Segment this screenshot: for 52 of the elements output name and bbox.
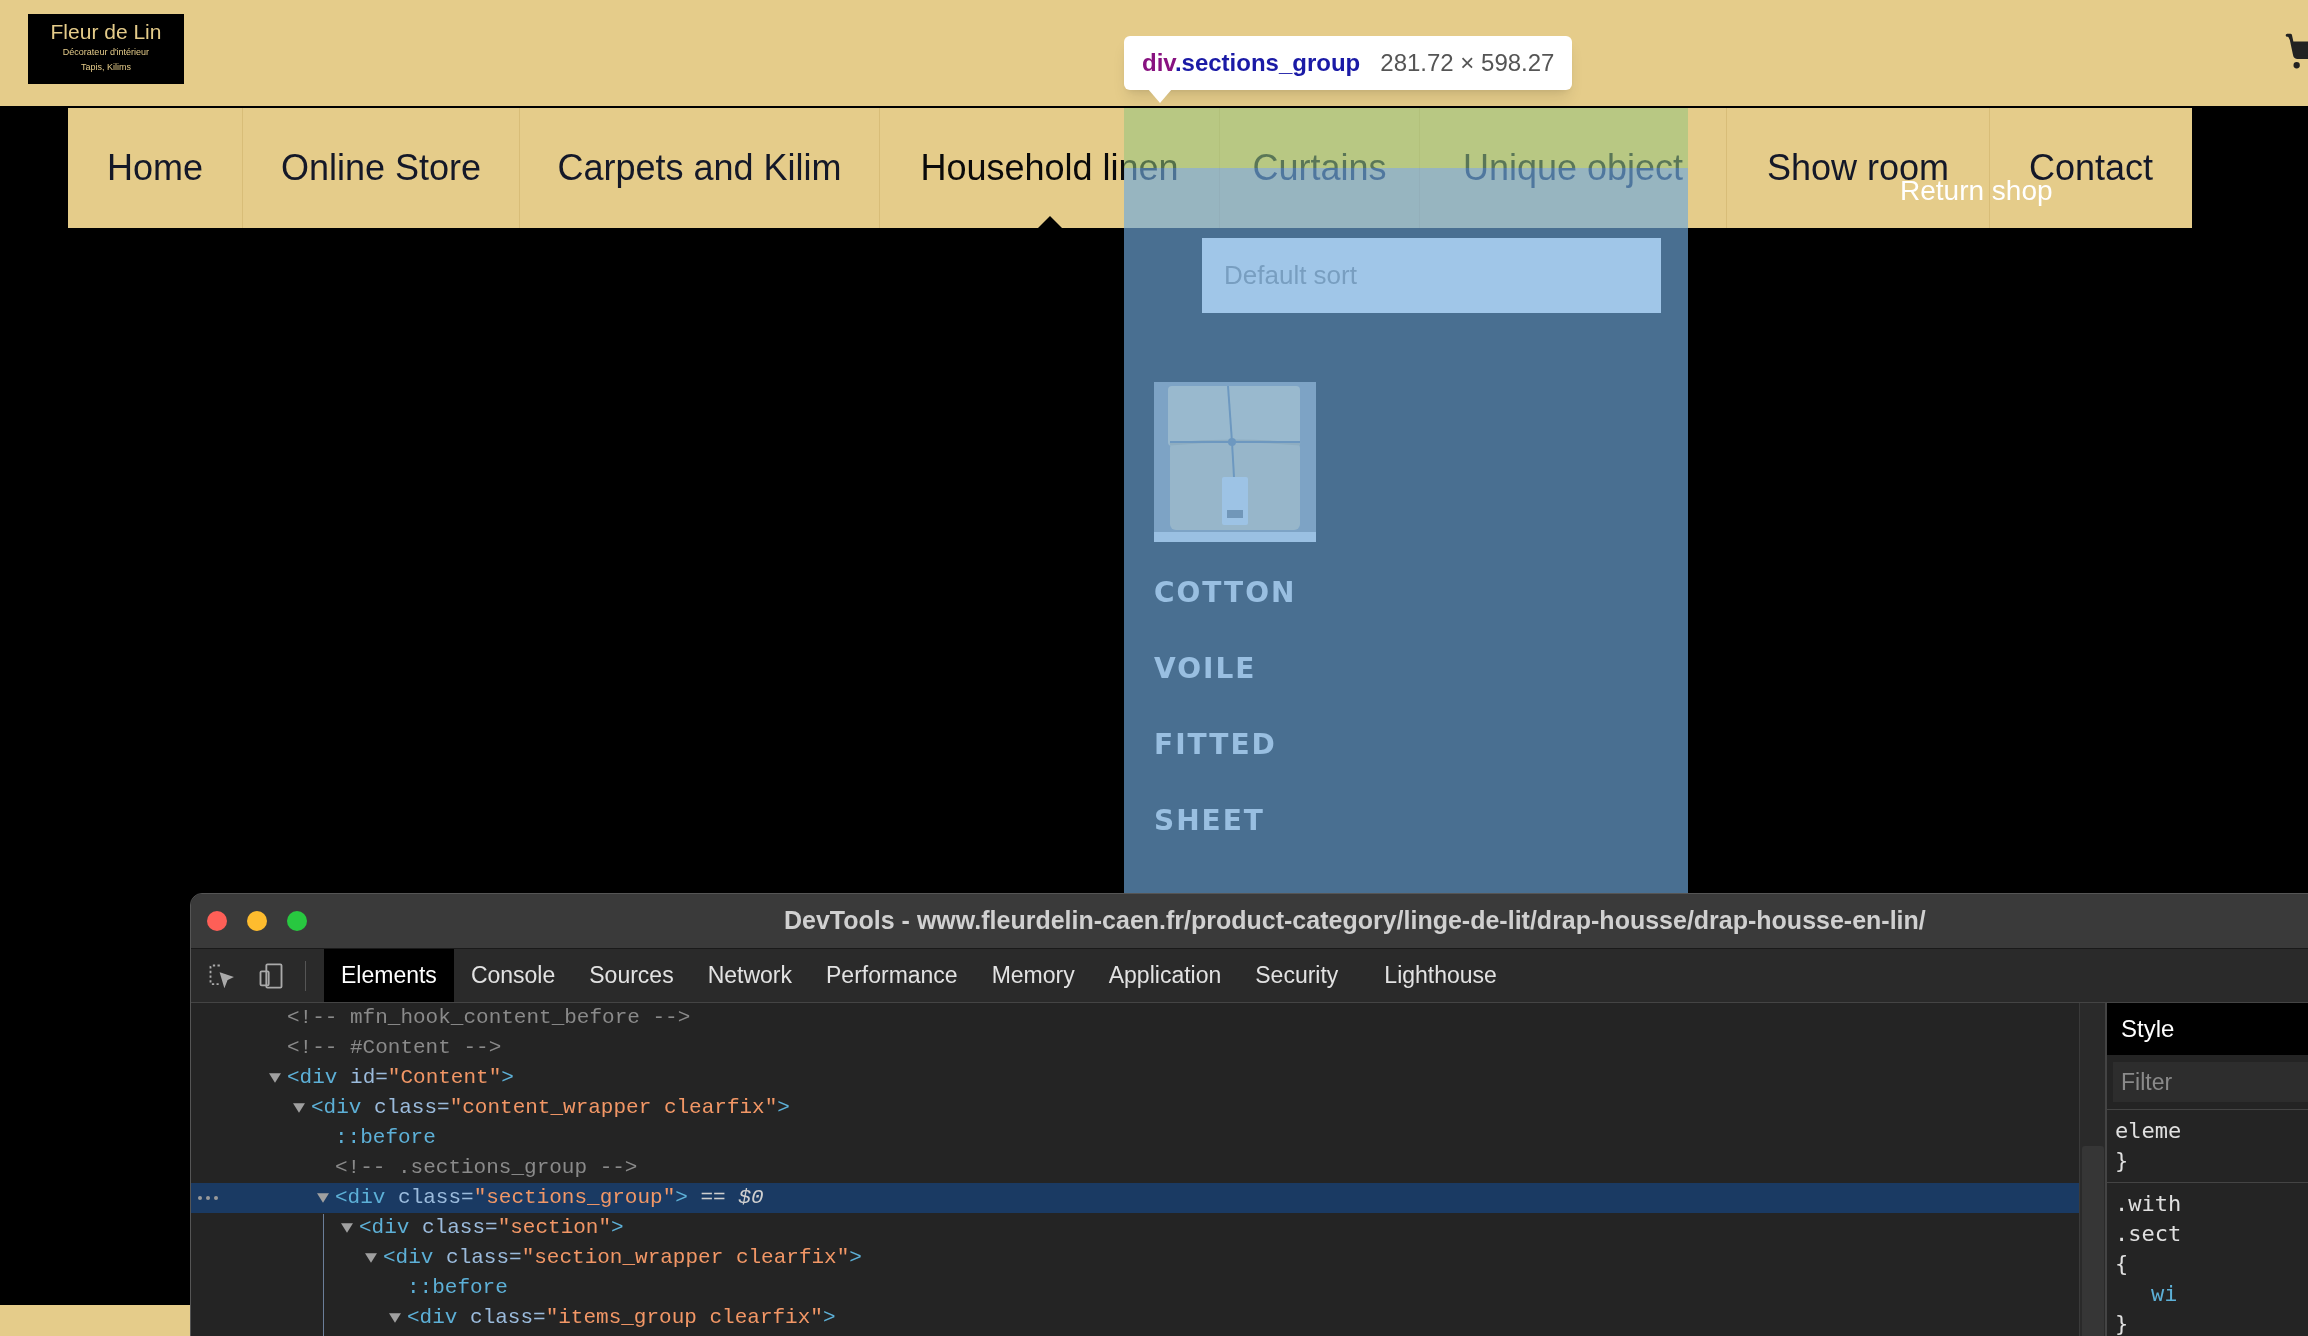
- logo-title: Fleur de Lin: [50, 19, 162, 45]
- style-rule-line: }: [2115, 1147, 2130, 1175]
- style-rule-line: eleme: [2115, 1117, 2183, 1145]
- devtools-tab[interactable]: Elements: [324, 949, 454, 1002]
- devtools-tab[interactable]: Network: [690, 949, 809, 1002]
- code-line[interactable]: <div class="section">: [359, 1212, 624, 1244]
- tooltip-size: 281.72 × 598.27: [1380, 48, 1555, 78]
- code-line[interactable]: <div class="section_wrapper clearfix">: [383, 1242, 862, 1274]
- active-indicator-icon: [1037, 216, 1062, 228]
- more-icon[interactable]: [197, 1195, 219, 1201]
- code-line[interactable]: <!-- #Content -->: [287, 1032, 502, 1064]
- close-button[interactable]: [207, 911, 227, 931]
- site-logo[interactable]: Fleur de Lin Décorateur d'intérieur Tapis, Kilims: [28, 14, 184, 84]
- styles-tab[interactable]: Style: [2121, 1011, 2175, 1047]
- expanded-arrow-icon[interactable]: [365, 1252, 377, 1264]
- logo-tagline: Tapis, Kilims: [81, 61, 131, 74]
- style-rule-line: {: [2115, 1250, 2130, 1278]
- style-rule-line: .with: [2115, 1190, 2183, 1218]
- code-line[interactable]: ::before: [407, 1272, 508, 1304]
- devtools-tab[interactable]: Sources: [572, 949, 691, 1002]
- scrollbar[interactable]: [2078, 1003, 2106, 1336]
- tooltip-selector: div.sections_group: [1142, 48, 1361, 78]
- code-line[interactable]: <div class="content_wrapper clearfix">: [311, 1092, 790, 1124]
- minimize-button[interactable]: [247, 911, 267, 931]
- zoom-button[interactable]: [287, 911, 307, 931]
- style-rule-line: wi: [2150, 1280, 2179, 1308]
- style-rule-line: }: [2115, 1310, 2130, 1336]
- expanded-arrow-icon[interactable]: [269, 1072, 281, 1084]
- code-line[interactable]: <!-- mfn_hook_content_before -->: [287, 1002, 691, 1034]
- nav-link[interactable]: Carpets and Kilim: [557, 141, 842, 195]
- expanded-arrow-icon[interactable]: [389, 1312, 401, 1324]
- expanded-arrow-icon[interactable]: [293, 1102, 305, 1114]
- devtools-tab[interactable]: Performance: [809, 949, 975, 1002]
- devtools-tab[interactable]: Application: [1091, 949, 1239, 1002]
- devtools-tab[interactable]: Security: [1238, 949, 1356, 1002]
- devtools-tab[interactable]: Console: [453, 949, 573, 1002]
- nav-link[interactable]: Household linen: [920, 141, 1179, 195]
- code-line[interactable]: <!-- .sections_group -->: [335, 1152, 638, 1184]
- nav-link[interactable]: Online Store: [280, 141, 482, 195]
- devtools-tab[interactable]: Lighthouse: [1367, 949, 1514, 1002]
- code-line[interactable]: <div class="items_group clearfix">: [407, 1302, 836, 1334]
- style-rule-line: .sect: [2115, 1220, 2183, 1248]
- expanded-arrow-icon[interactable]: [341, 1222, 353, 1234]
- window-title: DevTools - www.fleurdelin-caen.fr/product-category/linge-de-lit/drap-housse/drap-housse-en-lin/: [784, 905, 1926, 937]
- code-line[interactable]: ::before: [335, 1122, 436, 1154]
- nav-link[interactable]: Home: [107, 141, 203, 195]
- device-toolbar-icon[interactable]: [257, 961, 285, 990]
- code-line[interactable]: <div id="Content">: [287, 1062, 514, 1094]
- expanded-arrow-icon[interactable]: [317, 1192, 329, 1204]
- filter-field[interactable]: Filter: [2113, 1062, 2308, 1102]
- devtools-tab[interactable]: Memory: [974, 949, 1092, 1002]
- logo-tagline: Décorateur d'intérieur: [62, 46, 150, 59]
